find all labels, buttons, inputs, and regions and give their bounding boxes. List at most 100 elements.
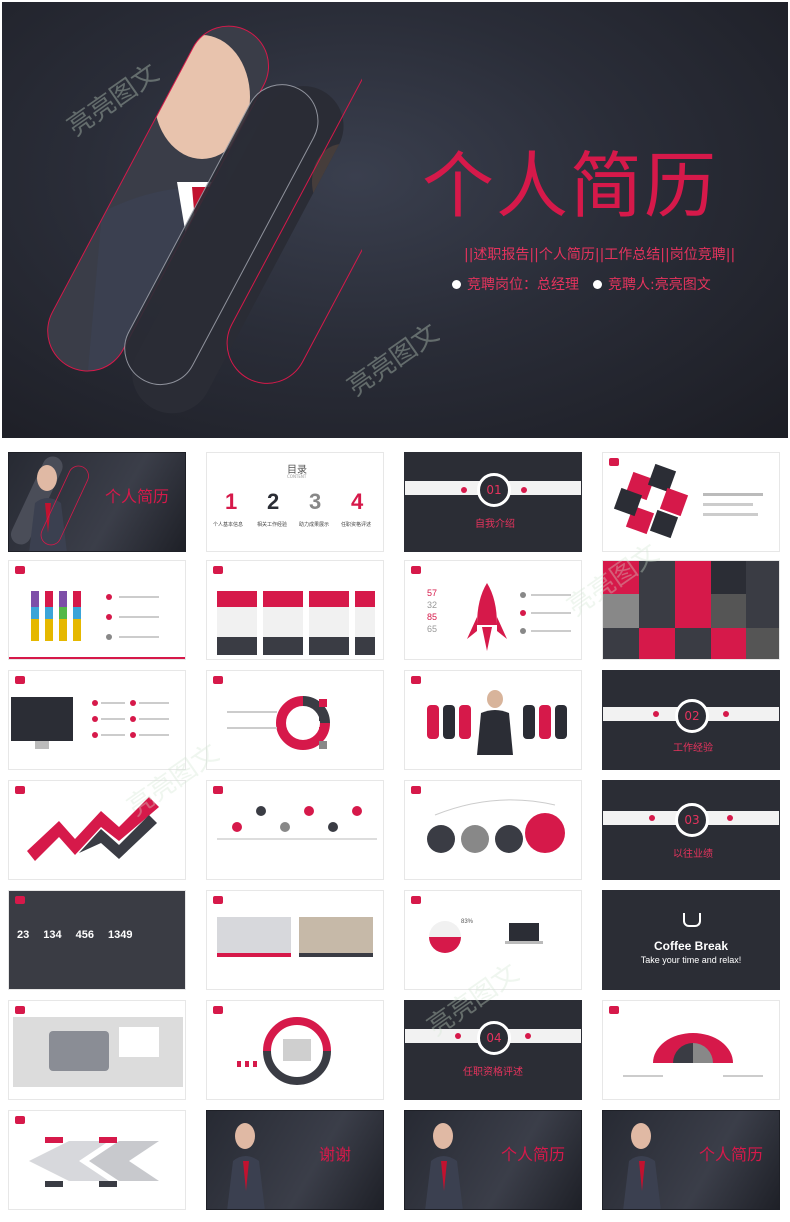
candidate-item: 竞聘人:亮亮图文: [593, 274, 711, 294]
thumb-thanks[interactable]: 谢谢: [206, 1110, 384, 1210]
contents-label-1: 个人基本信息: [213, 522, 244, 528]
contents-num-3: 3: [309, 489, 322, 514]
slide-tag: [411, 566, 421, 574]
hero-subtitle: ||述职报告||个人简历||工作总结||岗位竞聘||: [464, 247, 736, 263]
thumb-rocket[interactable]: 57 32 85 65: [404, 560, 582, 660]
contents-label-2: 相关工作经验: [257, 522, 288, 528]
tablet-photo-icon: [13, 1017, 183, 1087]
slide-tag: [15, 896, 25, 904]
deco-dot-icon: [455, 1033, 461, 1039]
stats-row: 23 134 456 1349: [17, 929, 132, 941]
cylinder-chart-icon: [9, 591, 185, 659]
contents-num-2: 2: [267, 489, 280, 514]
flower-diagram-icon: [613, 463, 763, 539]
thanks-title: 谢谢: [319, 1145, 352, 1164]
thumb-pie-laptop[interactable]: 83%: [404, 890, 582, 990]
slide-tag: [213, 676, 223, 684]
coffee-title: Coffee Break: [653, 939, 729, 953]
thumb-tablet[interactable]: [8, 1000, 186, 1100]
thumb-contents[interactable]: 目录 CONTENT 1 2 3 4 个人基本信息 相关工作经验 助力成果展示 …: [206, 452, 384, 552]
deco-dot-icon: [525, 1033, 531, 1039]
section-ring-04: 04: [477, 1021, 511, 1055]
thumb-arrow-growth[interactable]: [8, 780, 186, 880]
contents-num-4: 4: [351, 489, 364, 514]
deco-dot-icon: [723, 711, 729, 717]
slide-thumbnail-grid: 个人简历 目录 CONTENT 1 2 3 4 个人基本信息 相关工作经验 助力…: [0, 448, 790, 1222]
bullet-dot-icon: [452, 280, 461, 289]
thumb-umbrella[interactable]: [602, 1000, 780, 1100]
cycle-arrows-icon: [237, 1017, 331, 1085]
thumb-photos[interactable]: [206, 890, 384, 990]
contents-subtitle: CONTENT: [287, 474, 307, 479]
contents-label-4: 任职资格评述: [341, 522, 372, 528]
thumb-cards[interactable]: [206, 560, 384, 660]
thumb-donut[interactable]: [206, 670, 384, 770]
thumb-cover[interactable]: 个人简历: [8, 452, 186, 552]
coffee-cup-icon: [683, 913, 701, 927]
progress-circles-icon: [427, 799, 565, 853]
thumb-cover-b[interactable]: 个人简历: [404, 1110, 582, 1210]
section-label-04: 任职资格评述: [463, 1067, 523, 1078]
cover-title-c: 个人简历: [699, 1145, 764, 1164]
fishbone-arrow-icon: [29, 1137, 159, 1187]
thumb-cycle[interactable]: [206, 1000, 384, 1100]
deco-dot-icon: [461, 487, 467, 493]
thumb-circles[interactable]: [404, 780, 582, 880]
bullet-dot-icon: [593, 280, 602, 289]
slide-tag: [213, 1006, 223, 1014]
hero-slide: 个人简历 ||述职报告||个人简历||工作总结||岗位竞聘|| 竞聘岗位：总经理…: [2, 2, 788, 438]
thumb-monitor[interactable]: [8, 670, 186, 770]
slide-tag: [15, 676, 25, 684]
stat-value: 456: [75, 929, 94, 941]
candidate-label: 竞聘人:亮亮图文: [608, 277, 711, 293]
hero-info-row: 竞聘岗位：总经理 竞聘人:亮亮图文: [452, 274, 711, 294]
stat-value: 134: [43, 929, 62, 941]
thumb-section-01[interactable]: 01 自我介绍: [404, 452, 582, 552]
thumb-businessman[interactable]: [404, 670, 582, 770]
thumb-section-02[interactable]: 02 工作经验: [602, 670, 780, 770]
thumb-stats[interactable]: 23 134 456 1349: [8, 890, 186, 990]
position-label: 竞聘岗位：总经理: [467, 277, 579, 293]
slide-tag: [609, 458, 619, 466]
thumb-flower-diagram[interactable]: [602, 452, 780, 552]
slide-tag: [411, 676, 421, 684]
slide-tag: [15, 1006, 25, 1014]
slide-tag: [213, 896, 223, 904]
rocket-value: 32: [427, 600, 438, 610]
section-ring-01: 01: [477, 473, 511, 507]
photo-pair-icon: [217, 917, 373, 957]
section-label-01: 自我介绍: [475, 519, 515, 530]
growth-arrow-icon: [27, 797, 159, 861]
pie-percent: 83%: [461, 919, 474, 925]
rocket-values: 57 32 85 65: [427, 587, 437, 635]
section-label-03: 以往业绩: [673, 849, 713, 860]
rocket-value: 65: [427, 624, 438, 634]
thanks-photo-icon: [227, 1123, 265, 1209]
coffee-subtitle: Take your time and relax!: [640, 955, 742, 965]
position-item: 竞聘岗位：总经理: [452, 274, 579, 294]
slide-tag: [15, 1116, 25, 1124]
thumb-fishbone[interactable]: [8, 1110, 186, 1210]
rocket-value: 85: [427, 612, 438, 622]
donut-chart-icon: [227, 696, 330, 750]
thumb-section-04[interactable]: 04 任职资格评述: [404, 1000, 582, 1100]
deco-dot-icon: [649, 815, 655, 821]
cover-title: 个人简历: [105, 487, 170, 506]
umbrella-diagram-icon: [623, 1033, 763, 1077]
stat-value: 23: [17, 929, 30, 941]
slide-tag: [15, 566, 25, 574]
thumb-checkerboard[interactable]: [602, 560, 780, 660]
thumb-section-03[interactable]: 03 以往业绩: [602, 780, 780, 880]
rocket-value: 57: [427, 588, 438, 598]
cover-title-b: 个人简历: [501, 1145, 566, 1164]
slide-tag: [213, 566, 223, 574]
section-ring-02: 02: [675, 699, 709, 733]
section-label-02: 工作经验: [673, 743, 713, 754]
thumb-cover-c[interactable]: 个人简历: [602, 1110, 780, 1210]
thumb-timeline[interactable]: [206, 780, 384, 880]
timeline-icon: [217, 806, 377, 840]
thumb-bar-chart[interactable]: [8, 560, 186, 660]
deco-dot-icon: [653, 711, 659, 717]
slide-tag: [609, 1006, 619, 1014]
thumb-coffee-break[interactable]: Coffee Break Take your time and relax!: [602, 890, 780, 990]
